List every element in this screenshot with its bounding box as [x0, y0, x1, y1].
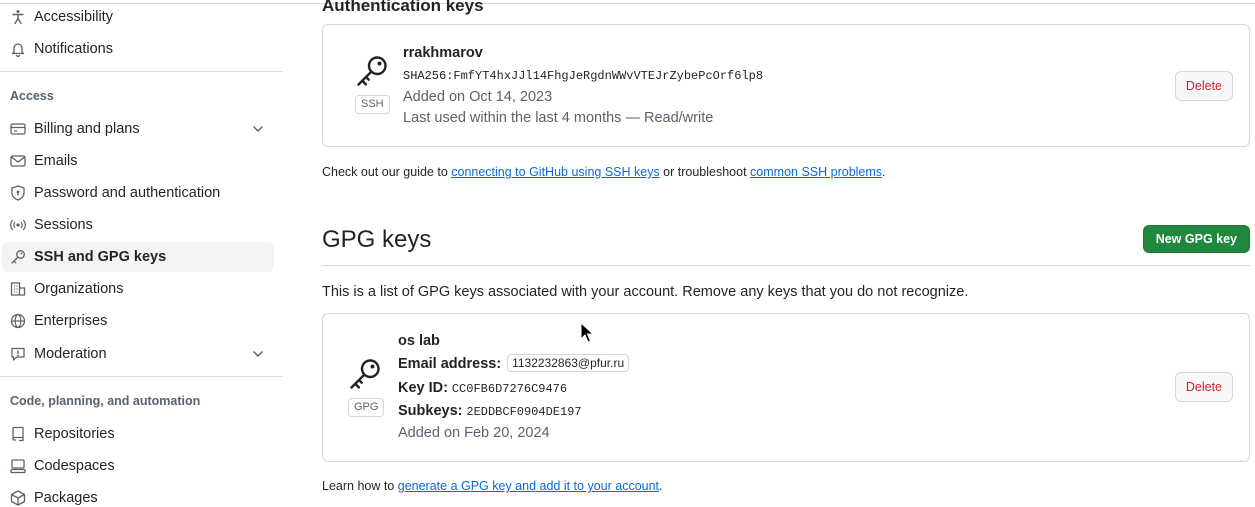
ssh-key-title: rrakhmarov	[403, 45, 483, 61]
sidebar-item-password[interactable]: Password and authentication	[2, 178, 274, 208]
main-content: Authentication keys SSH rrakhmarov SHA25…	[322, 0, 1250, 507]
settings-sidebar: Accessibility Notifications Access Billi…	[0, 0, 283, 507]
sidebar-item-label: Organizations	[34, 281, 124, 297]
gpg-key-title: os lab	[398, 333, 440, 349]
gpg-key-added: Added on Feb 20, 2024	[398, 425, 550, 441]
new-gpg-key-button[interactable]: New GPG key	[1142, 225, 1250, 253]
gpg-heading-divider	[322, 265, 1250, 266]
gpg-badge: GPG	[348, 398, 385, 417]
gpg-subkeys-row: Subkeys: 2EDDBCF0904DE197	[398, 402, 582, 419]
sidebar-item-label: Accessibility	[34, 9, 113, 25]
sidebar-item-organizations[interactable]: Organizations	[2, 274, 274, 304]
sidebar-divider	[0, 376, 283, 377]
gpg-keyid: CC0FB6D7276C9476	[451, 382, 568, 396]
codespaces-icon	[10, 458, 26, 474]
shield-lock-icon	[10, 185, 26, 201]
organization-icon	[10, 281, 26, 297]
ssh-guide-link[interactable]: connecting to GitHub using SSH keys	[451, 165, 659, 179]
sidebar-item-codespaces[interactable]: Codespaces	[2, 451, 274, 481]
sidebar-item-enterprises[interactable]: Enterprises	[2, 306, 274, 336]
gpg-learn-link[interactable]: generate a GPG key and add it to your ac…	[398, 479, 659, 493]
sidebar-divider	[0, 71, 283, 72]
sidebar-item-accessibility[interactable]: Accessibility	[2, 2, 274, 32]
ssh-badge: SSH	[355, 95, 390, 114]
mail-icon	[10, 153, 26, 169]
sidebar-item-label: Packages	[34, 490, 98, 506]
sidebar-item-emails[interactable]: Emails	[2, 146, 274, 176]
auth-keys-heading: Authentication keys	[322, 0, 484, 15]
broadcast-icon	[10, 217, 26, 233]
chevron-down-icon[interactable]	[250, 121, 266, 137]
sidebar-item-moderation[interactable]: Moderation	[2, 339, 274, 369]
sidebar-item-notifications[interactable]: Notifications	[2, 34, 274, 64]
mouse-cursor-icon	[580, 322, 594, 343]
email-label: Email address:	[398, 356, 502, 372]
gpg-key-card: GPG os lab Email address: 1132232863@pfu…	[322, 313, 1250, 462]
package-icon	[10, 490, 26, 506]
gpg-description: This is a list of GPG keys associated wi…	[322, 284, 969, 300]
sidebar-item-label: Notifications	[34, 41, 113, 57]
gpg-email: 1132232863@pfur.ru	[507, 354, 630, 372]
gpg-keyid-row: Key ID: CC0FB6D7276C9476	[398, 379, 567, 396]
sidebar-item-packages[interactable]: Packages	[2, 483, 274, 507]
subkeys-label: Subkeys:	[398, 403, 463, 419]
gpg-email-row: Email address: 1132232863@pfur.ru	[398, 354, 630, 372]
ssh-key-fingerprint: SHA256:FmfYT4hxJJl14FhgJeRgdnWWvVTEJrZyb…	[403, 69, 764, 83]
delete-gpg-key-button[interactable]: Delete	[1174, 372, 1233, 402]
key-icon	[352, 53, 392, 92]
repo-icon	[10, 426, 26, 442]
delete-ssh-key-button[interactable]: Delete	[1174, 71, 1233, 101]
sidebar-item-label: Moderation	[34, 346, 107, 362]
sidebar-item-sessions[interactable]: Sessions	[2, 210, 274, 240]
keyid-label: Key ID:	[398, 380, 448, 396]
sidebar-section-access: Access	[10, 89, 54, 103]
bell-icon	[10, 41, 26, 57]
ssh-guide-text: Check out our guide to connecting to Git…	[322, 165, 886, 179]
accessibility-icon	[10, 9, 26, 25]
ssh-key-added: Added on Oct 14, 2023	[403, 89, 553, 105]
sidebar-item-label: Billing and plans	[34, 121, 140, 137]
report-icon	[10, 346, 26, 362]
sidebar-item-label: Password and authentication	[34, 185, 221, 201]
sidebar-item-repositories[interactable]: Repositories	[2, 419, 274, 449]
sidebar-item-label: Codespaces	[34, 458, 115, 474]
sidebar-item-label: Sessions	[34, 217, 93, 233]
sidebar-section-code: Code, planning, and automation	[10, 394, 201, 408]
ssh-problems-link[interactable]: common SSH problems	[750, 165, 882, 179]
sidebar-item-ssh-gpg-keys[interactable]: SSH and GPG keys	[2, 242, 274, 272]
sidebar-item-label: Enterprises	[34, 313, 108, 329]
gpg-learn-text: Learn how to generate a GPG key and add …	[322, 479, 663, 493]
chevron-down-icon[interactable]	[250, 346, 266, 362]
globe-icon	[10, 313, 26, 329]
sidebar-item-label: Emails	[34, 153, 78, 169]
sidebar-item-label: SSH and GPG keys	[34, 249, 167, 265]
ssh-key-card: SSH rrakhmarov SHA256:FmfYT4hxJJl14FhgJe…	[322, 24, 1250, 147]
ssh-key-last-used: Last used within the last 4 months — Rea…	[403, 110, 714, 126]
key-icon	[10, 249, 26, 265]
sidebar-item-label: Repositories	[34, 426, 115, 442]
key-icon	[345, 356, 385, 395]
sidebar-item-billing[interactable]: Billing and plans	[2, 114, 274, 144]
credit-card-icon	[10, 121, 26, 137]
gpg-keys-heading: GPG keys	[322, 226, 432, 253]
gpg-subkeys: 2EDDBCF0904DE197	[466, 405, 582, 419]
